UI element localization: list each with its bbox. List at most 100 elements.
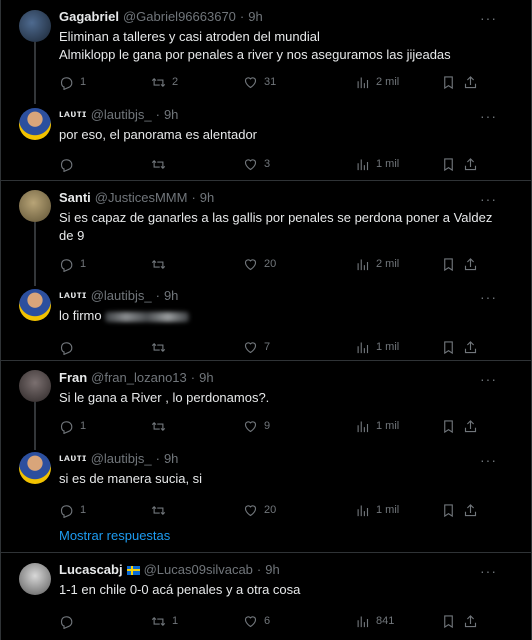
timestamp[interactable]: 9h <box>265 561 279 579</box>
share-button[interactable] <box>463 614 483 629</box>
more-options-icon[interactable]: ··· <box>480 191 497 207</box>
timestamp[interactable]: 9h <box>164 450 178 468</box>
user-handle[interactable]: @JusticesMMM <box>95 189 188 207</box>
separator-dot: · <box>155 107 160 122</box>
bookmark-button[interactable] <box>441 157 463 172</box>
reply-button[interactable]: 1 <box>59 419 151 434</box>
user-handle[interactable]: @Lucas09silvacab <box>144 561 253 579</box>
share-button[interactable] <box>463 419 483 434</box>
more-options-icon[interactable]: ··· <box>480 10 497 26</box>
retweet-button[interactable]: 2 <box>151 75 243 90</box>
views-button[interactable]: 1 mil <box>355 157 441 172</box>
tweet-text: si es de manera sucia, si <box>59 470 519 488</box>
more-options-icon[interactable]: ··· <box>480 289 497 305</box>
views-button[interactable]: 1 mil <box>355 503 441 518</box>
user-handle[interactable]: @Gabriel96663670 <box>123 8 236 26</box>
like-icon <box>244 420 257 432</box>
reply-button[interactable] <box>59 614 151 629</box>
more-options-icon[interactable]: ··· <box>480 371 497 387</box>
like-button[interactable]: 9 <box>243 419 355 434</box>
tweet-card[interactable]: Gagabriel @Gabriel96663670 · 9h ··· Elim… <box>1 8 531 92</box>
timestamp[interactable]: 9h <box>164 287 178 305</box>
retweet-button[interactable] <box>151 157 243 172</box>
views-button[interactable]: 2 mil <box>355 75 441 90</box>
timestamp[interactable]: 9h <box>199 369 213 387</box>
bookmark-button[interactable] <box>441 257 463 272</box>
user-handle[interactable]: @lautibjs_ <box>91 287 152 305</box>
like-button[interactable]: 31 <box>243 75 355 90</box>
share-button[interactable] <box>463 340 483 355</box>
tweet-line: por eso, el panorama es alentador <box>59 127 258 142</box>
like-button[interactable]: 3 <box>243 157 355 172</box>
views-button[interactable]: 841 <box>355 614 441 629</box>
share-icon <box>464 340 477 353</box>
retweet-button[interactable] <box>151 419 243 434</box>
tweet-card[interactable]: ʟᴀᴜᴛɪ @lautibjs_ · 9h ··· lo firmo 7 1 m… <box>1 287 531 357</box>
reply-feed: Gagabriel @Gabriel96663670 · 9h ··· Elim… <box>0 0 532 640</box>
more-options-icon[interactable]: ··· <box>480 452 497 468</box>
display-name[interactable]: Lucascabj <box>59 561 123 579</box>
like-button[interactable]: 7 <box>243 340 355 355</box>
retweet-icon <box>151 421 166 431</box>
views-icon <box>357 159 369 170</box>
show-replies-link[interactable]: Mostrar respuestas <box>59 528 170 543</box>
view-count: 1 mil <box>376 158 400 170</box>
views-icon <box>357 259 369 270</box>
tweet-line: Si es capaz de ganarles a las gallis por… <box>59 210 493 225</box>
like-count: 20 <box>264 258 277 270</box>
bookmark-button[interactable] <box>441 340 463 355</box>
more-options-icon[interactable]: ··· <box>480 563 497 579</box>
timestamp[interactable]: 9h <box>200 189 214 207</box>
reply-button[interactable]: 1 <box>59 257 151 272</box>
display-name[interactable]: ʟᴀᴜᴛɪ <box>59 287 87 305</box>
retweet-button[interactable] <box>151 503 243 518</box>
retweet-icon <box>151 505 166 515</box>
views-icon <box>357 421 369 432</box>
reply-button[interactable] <box>59 157 151 172</box>
share-button[interactable] <box>463 75 483 90</box>
retweet-button[interactable] <box>151 257 243 272</box>
share-button[interactable] <box>463 503 483 518</box>
bookmark-icon <box>444 157 453 171</box>
tweet-card[interactable]: Santi @JusticesMMM · 9h ··· Si es capaz … <box>1 189 531 274</box>
reply-button[interactable] <box>59 340 151 355</box>
like-button[interactable]: 6 <box>243 614 355 629</box>
like-button[interactable]: 20 <box>243 257 355 272</box>
like-button[interactable]: 20 <box>243 503 355 518</box>
timestamp[interactable]: 9h <box>164 106 178 124</box>
tweet-card[interactable]: Lucascabj @Lucas09silvacab · 9h ··· 1-1 … <box>1 561 531 631</box>
bookmark-button[interactable] <box>441 419 463 434</box>
retweet-button[interactable]: 1 <box>151 614 243 629</box>
share-button[interactable] <box>463 257 483 272</box>
tweet-card[interactable]: ʟᴀᴜᴛɪ @lautibjs_ · 9h ··· si es de maner… <box>1 450 531 520</box>
reply-button[interactable]: 1 <box>59 75 151 90</box>
user-handle[interactable]: @lautibjs_ <box>91 450 152 468</box>
view-count: 1 mil <box>376 504 400 516</box>
display-name[interactable]: Fran <box>59 369 87 387</box>
display-name[interactable]: ʟᴀᴜᴛɪ <box>59 450 87 468</box>
share-button[interactable] <box>463 157 483 172</box>
bookmark-button[interactable] <box>441 75 463 90</box>
display-name[interactable]: ʟᴀᴜᴛɪ <box>59 106 87 124</box>
bookmark-button[interactable] <box>441 614 463 629</box>
more-options-icon[interactable]: ··· <box>480 108 497 124</box>
retweet-button[interactable] <box>151 340 243 355</box>
views-button[interactable]: 1 mil <box>355 340 441 355</box>
reply-button[interactable]: 1 <box>59 503 151 518</box>
user-handle[interactable]: @fran_lozano13 <box>91 369 187 387</box>
views-button[interactable]: 2 mil <box>355 257 441 272</box>
timestamp[interactable]: 9h <box>248 8 262 26</box>
display-name[interactable]: Santi <box>59 189 91 207</box>
like-icon <box>244 258 257 270</box>
tweet-card[interactable]: ʟᴀᴜᴛɪ @lautibjs_ · 9h ··· por eso, el pa… <box>1 106 531 174</box>
bookmark-button[interactable] <box>441 503 463 518</box>
tweet-header: Lucascabj @Lucas09silvacab · 9h <box>59 561 519 579</box>
separator-dot: · <box>155 288 160 303</box>
tweet-card[interactable]: Fran @fran_lozano13 · 9h ··· Si le gana … <box>1 369 531 436</box>
views-button[interactable]: 1 mil <box>355 419 441 434</box>
like-count: 20 <box>264 504 277 516</box>
tweet-text: por eso, el panorama es alentador <box>59 126 519 144</box>
display-name[interactable]: Gagabriel <box>59 8 119 26</box>
blurred-image <box>105 311 190 322</box>
user-handle[interactable]: @lautibjs_ <box>91 106 152 124</box>
